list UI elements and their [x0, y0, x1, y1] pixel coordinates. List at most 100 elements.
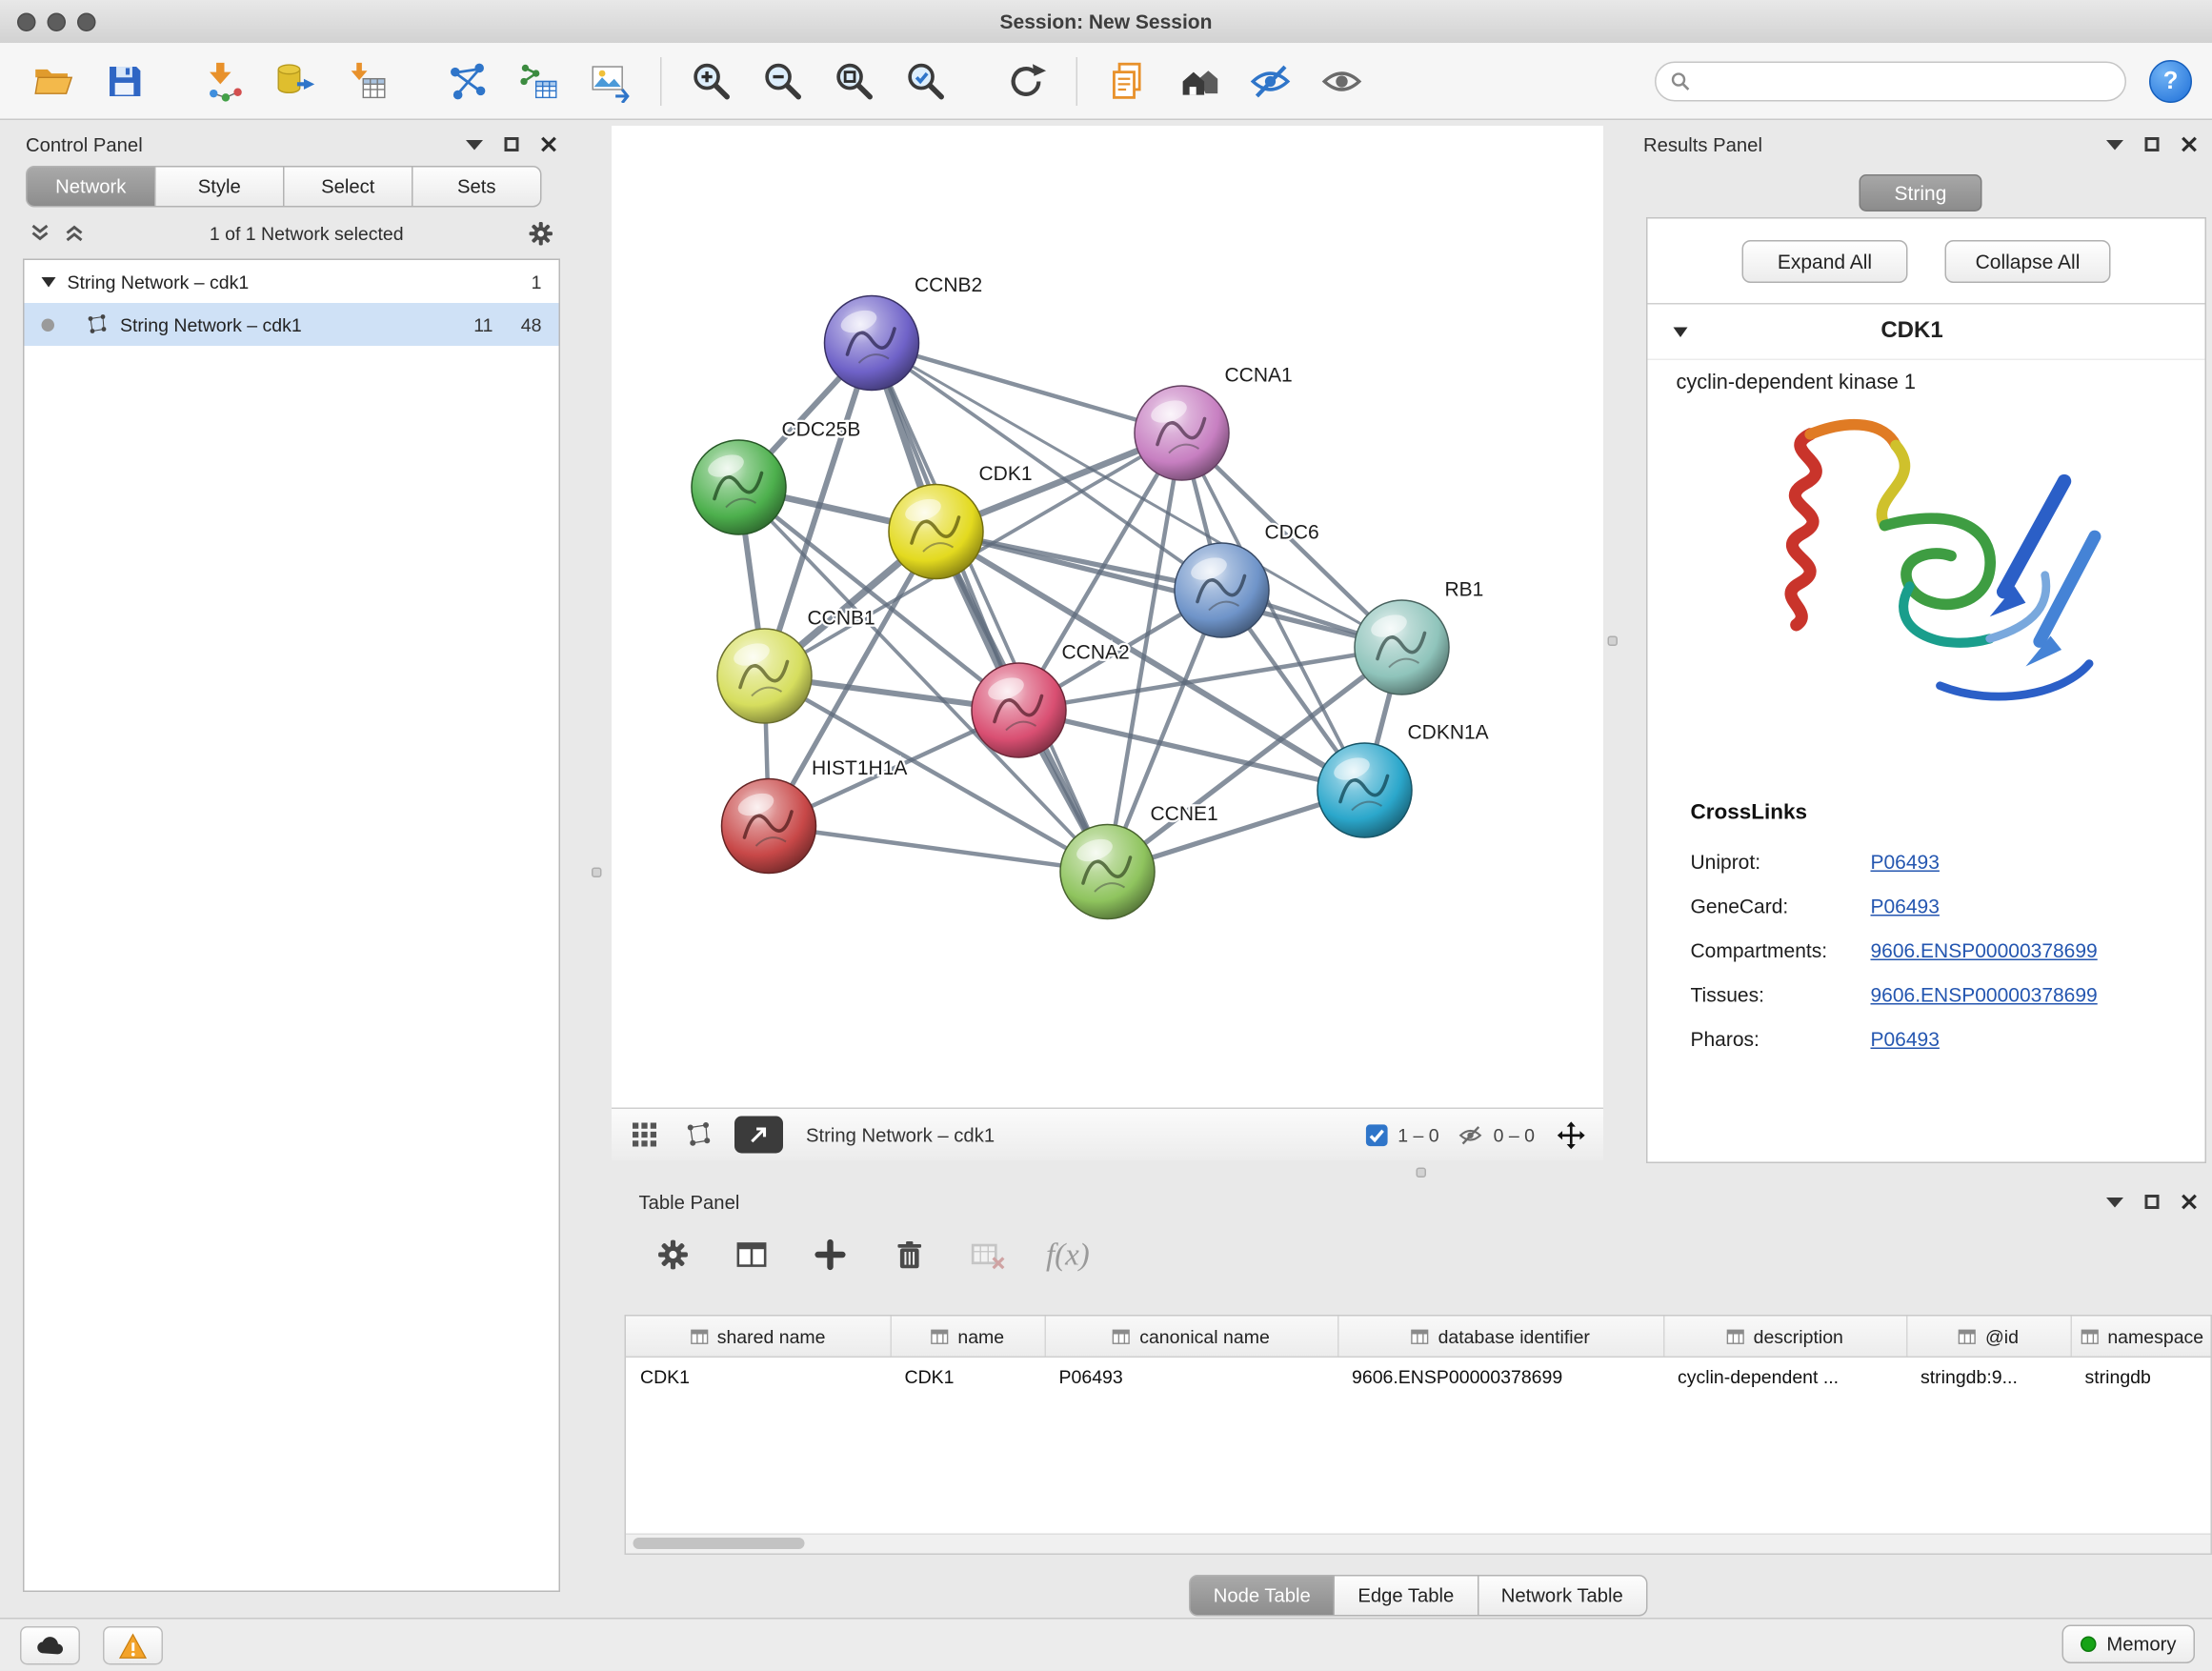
delete-column-button[interactable] — [889, 1235, 929, 1275]
close-window-button[interactable] — [17, 12, 36, 31]
column-header[interactable]: canonical name — [1045, 1317, 1338, 1358]
tab-select[interactable]: Select — [285, 166, 413, 208]
scrollbar-thumb[interactable] — [633, 1538, 805, 1549]
network-node-RB1[interactable] — [1355, 600, 1449, 695]
gene-section-header[interactable]: CDK1 — [1648, 303, 2205, 360]
collapse-all-button[interactable]: Collapse All — [1945, 240, 2111, 283]
tab-style[interactable]: Style — [156, 166, 285, 208]
expand-all-icon[interactable] — [63, 222, 86, 245]
new-network-button[interactable] — [434, 50, 500, 111]
warnings-button[interactable] — [103, 1627, 163, 1666]
right-splitter-handle[interactable] — [1608, 636, 1619, 647]
crosslink-link[interactable]: 9606.ENSP00000378699 — [1871, 982, 2098, 1005]
zoom-window-button[interactable] — [77, 12, 96, 31]
gear-icon[interactable] — [528, 219, 555, 247]
close-results-button[interactable] — [2181, 136, 2198, 153]
bottom-splitter-handle[interactable] — [1417, 1168, 1427, 1178]
column-header[interactable]: namespace — [2071, 1317, 2212, 1358]
crosslink-link[interactable]: 9606.ENSP00000378699 — [1871, 938, 2098, 961]
column-header[interactable]: database identifier — [1337, 1317, 1663, 1358]
table-cell[interactable]: stringdb — [2071, 1357, 2212, 1395]
expand-all-button[interactable]: Expand All — [1742, 240, 1908, 283]
network-graph[interactable]: CCNB2CCNA1CDC25BCDK1CDC6RB1CCNB1CCNA2CDK… — [612, 126, 1603, 1108]
function-builder-icon[interactable]: f(x) — [1046, 1237, 1090, 1274]
crosslink-link[interactable]: P06493 — [1871, 1027, 1940, 1050]
show-all-button[interactable] — [1309, 50, 1375, 111]
float-table-button[interactable] — [2106, 1197, 2123, 1207]
network-collection-row[interactable]: String Network – cdk1 1 — [25, 260, 559, 303]
network-node-CCNB2[interactable] — [825, 296, 919, 391]
table-cell[interactable]: P06493 — [1045, 1357, 1338, 1395]
network-node-CCNA1[interactable] — [1135, 386, 1229, 480]
close-panel-button[interactable] — [540, 136, 557, 153]
import-network-file-button[interactable] — [191, 50, 257, 111]
maximize-panel-button[interactable] — [505, 137, 519, 151]
tab-string[interactable]: String — [1860, 174, 1982, 211]
float-panel-button[interactable] — [466, 139, 483, 150]
network-node-CCNB1[interactable] — [717, 629, 812, 723]
crosslink-link[interactable]: P06493 — [1871, 894, 1940, 916]
collapse-all-icon[interactable] — [29, 222, 51, 245]
add-column-button[interactable] — [811, 1235, 851, 1275]
import-network-database-button[interactable] — [263, 50, 329, 111]
zoom-out-button[interactable] — [751, 50, 816, 111]
copy-button[interactable] — [1095, 50, 1160, 111]
column-header[interactable]: name — [891, 1317, 1045, 1358]
network-node-HIST1H1A[interactable] — [722, 779, 816, 874]
detach-view-button[interactable] — [734, 1117, 783, 1154]
table-cell[interactable]: CDK1 — [891, 1357, 1045, 1395]
network-edge[interactable] — [936, 532, 1402, 648]
network-canvas[interactable]: CCNB2CCNA1CDC25BCDK1CDC6RB1CCNB1CCNA2CDK… — [612, 126, 1603, 1108]
network-edge[interactable] — [872, 343, 1108, 872]
float-results-button[interactable] — [2106, 139, 2123, 150]
memory-button[interactable]: Memory — [2062, 1625, 2195, 1664]
collapse-triangle-icon[interactable] — [42, 276, 56, 287]
table-cell[interactable]: 9606.ENSP00000378699 — [1337, 1357, 1663, 1395]
tab-node-table[interactable]: Node Table — [1189, 1575, 1335, 1617]
clear-table-button[interactable] — [968, 1235, 1008, 1275]
table-cell[interactable]: cyclin-dependent ... — [1663, 1357, 1906, 1395]
save-session-button[interactable] — [91, 50, 157, 111]
left-splitter-handle[interactable] — [592, 868, 602, 878]
maximize-results-button[interactable] — [2145, 137, 2160, 151]
network-edge[interactable] — [769, 826, 1108, 872]
maximize-table-button[interactable] — [2145, 1195, 2160, 1209]
import-table-button[interactable] — [334, 50, 400, 111]
close-table-button[interactable] — [2181, 1194, 2198, 1211]
tab-network-table[interactable]: Network Table — [1478, 1575, 1647, 1617]
zoom-in-button[interactable] — [679, 50, 745, 111]
table-settings-button[interactable] — [654, 1235, 694, 1275]
network-node-CCNE1[interactable] — [1060, 825, 1155, 919]
zoom-selected-button[interactable] — [894, 50, 959, 111]
table-cell[interactable]: stringdb:9... — [1906, 1357, 2071, 1395]
pan-mode-button[interactable] — [1552, 1117, 1589, 1152]
cloud-status-button[interactable] — [20, 1627, 80, 1666]
tab-sets[interactable]: Sets — [413, 166, 542, 208]
network-edge[interactable] — [1019, 711, 1365, 791]
column-header[interactable]: description — [1663, 1317, 1906, 1358]
minimize-window-button[interactable] — [48, 12, 67, 31]
show-columns-button[interactable] — [732, 1235, 772, 1275]
open-session-button[interactable] — [20, 50, 86, 111]
network-table-button[interactable] — [506, 50, 572, 111]
network-node-CCNA2[interactable] — [972, 663, 1066, 757]
tab-network[interactable]: Network — [26, 166, 156, 208]
zoom-fit-button[interactable] — [822, 50, 888, 111]
network-node-CDK1[interactable] — [889, 485, 983, 579]
home-button[interactable] — [1166, 50, 1232, 111]
export-image-button[interactable] — [577, 50, 643, 111]
help-button[interactable]: ? — [2149, 59, 2192, 102]
section-collapse-icon[interactable] — [1674, 327, 1688, 337]
crosslink-link[interactable]: P06493 — [1871, 850, 1940, 873]
network-row[interactable]: String Network – cdk1 11 48 — [25, 303, 559, 346]
grid-view-button[interactable] — [626, 1117, 663, 1152]
refresh-layout-button[interactable] — [994, 50, 1059, 111]
network-node-CDKN1A[interactable] — [1317, 743, 1412, 837]
network-node-CDC6[interactable] — [1175, 543, 1269, 637]
network-edge[interactable] — [872, 343, 1182, 433]
network-node-CDC25B[interactable] — [692, 440, 786, 534]
hide-selected-button[interactable] — [1237, 50, 1303, 111]
column-header[interactable]: shared name — [626, 1317, 891, 1358]
search-input[interactable] — [1699, 69, 2111, 93]
network-overview-button[interactable] — [680, 1117, 717, 1152]
